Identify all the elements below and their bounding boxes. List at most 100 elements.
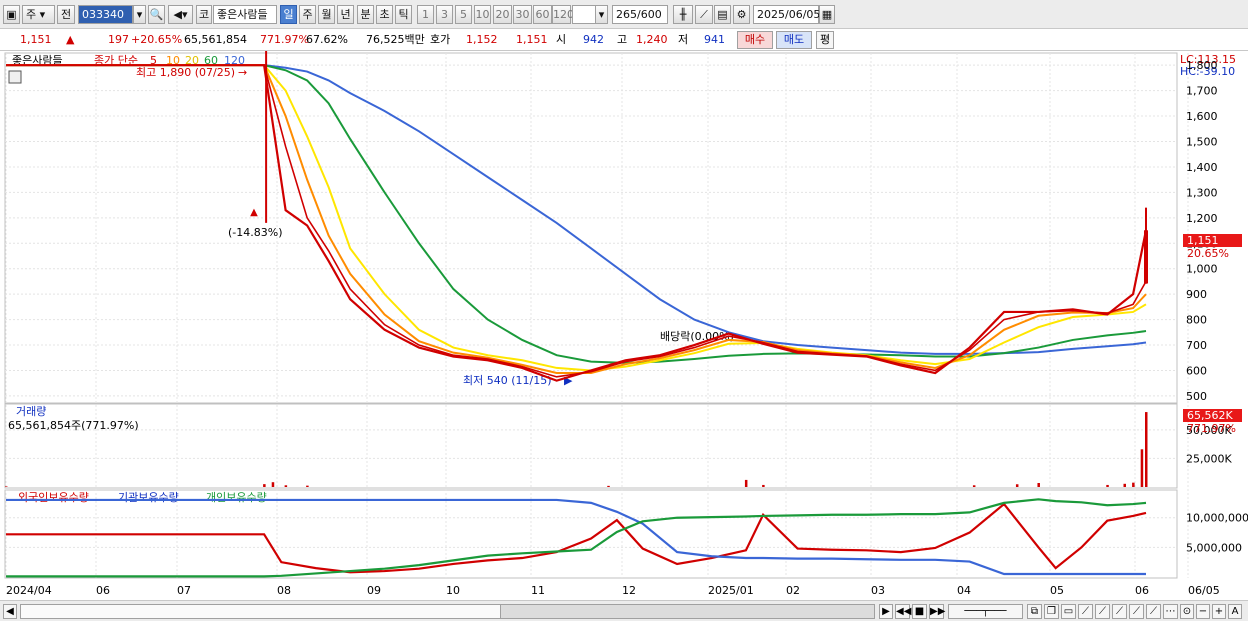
interval-60[interactable]: 60 bbox=[533, 5, 552, 24]
dash-tool-icon[interactable]: ⋯ bbox=[1163, 604, 1178, 619]
search-icon[interactable]: 🔍 bbox=[148, 5, 165, 24]
draw-trend-icon[interactable]: ⟋ bbox=[1095, 604, 1110, 619]
volume-bar bbox=[972, 485, 976, 487]
copy-icon[interactable]: ❐ bbox=[1044, 604, 1059, 619]
volume-bar bbox=[1145, 412, 1148, 487]
price-tick-label: 600 bbox=[1186, 364, 1207, 377]
volume-title: 거래량 bbox=[16, 405, 46, 418]
market-select[interactable]: 주 ▾ bbox=[22, 5, 55, 24]
price-tick-label: 1,300 bbox=[1186, 186, 1218, 199]
text-size-button[interactable]: A bbox=[1228, 604, 1242, 619]
price-change-pct: +20.65% bbox=[131, 33, 183, 46]
speaker-icon[interactable]: ◀▾ bbox=[168, 5, 193, 24]
up-arrow-icon: ▲ bbox=[66, 33, 75, 46]
period-minute[interactable]: 분 bbox=[357, 5, 374, 24]
volume-bar bbox=[5, 486, 8, 487]
high-label: 고 bbox=[617, 33, 628, 46]
interval-1[interactable]: 1 bbox=[417, 5, 434, 24]
high-annotation: 최고 1,890 (07/25) bbox=[136, 66, 235, 79]
chart-tool-icon[interactable]: ⧉ bbox=[1027, 604, 1042, 619]
x-tick-label: 05 bbox=[1050, 584, 1064, 597]
last-candle-body bbox=[1144, 230, 1148, 284]
interval-120[interactable]: 120 bbox=[552, 5, 574, 24]
market-label: 주 bbox=[26, 8, 37, 21]
scroll-right-icon[interactable]: ▶ bbox=[879, 604, 893, 619]
legend-individual: 개인보유수량 bbox=[206, 491, 267, 504]
x-tick-label: 08 bbox=[277, 584, 291, 597]
stop-icon[interactable]: ■ bbox=[912, 604, 927, 619]
x-tick-label: 06 bbox=[1135, 584, 1149, 597]
price-tick-label: 1,000 bbox=[1186, 263, 1218, 276]
price-tick-label: 1,500 bbox=[1186, 136, 1218, 149]
drop-arrow-icon: ▲ bbox=[250, 207, 258, 218]
legend-institution: 기관보유수량 bbox=[118, 491, 179, 504]
last-change-label: 20.65% bbox=[1187, 247, 1229, 260]
draw-line-icon[interactable]: ⟋ bbox=[1078, 604, 1093, 619]
volume-bar bbox=[284, 485, 288, 487]
ask-price: 1,151 bbox=[516, 33, 548, 46]
buy-button[interactable]: 매수 bbox=[737, 31, 773, 49]
view-button[interactable]: 전 bbox=[57, 5, 75, 24]
interval-20[interactable]: 20 bbox=[493, 5, 512, 24]
draw-tool-icon[interactable]: ⟋ bbox=[1146, 604, 1161, 619]
volume-value-label: 65,561,854주(771.97%) bbox=[8, 419, 139, 432]
volume-pct: 771.97% bbox=[260, 33, 309, 46]
forward-icon[interactable]: ▶▶ bbox=[929, 604, 945, 619]
interval-5[interactable]: 5 bbox=[455, 5, 472, 24]
sell-button[interactable]: 매도 bbox=[776, 31, 812, 49]
x-tick-label: 06/05 bbox=[1188, 584, 1220, 597]
price-tick-label: 800 bbox=[1186, 314, 1207, 327]
volume-bar bbox=[1123, 483, 1126, 487]
stock-code-input[interactable]: 033340 bbox=[78, 5, 133, 24]
candle-icon[interactable]: ╫ bbox=[673, 5, 693, 24]
save-icon[interactable]: ▤ bbox=[714, 5, 731, 24]
count-total: /600 bbox=[637, 8, 662, 21]
volume-bar bbox=[1015, 484, 1019, 487]
legend-foreign: 외국인보유수량 bbox=[18, 491, 89, 504]
layout-icon[interactable]: ▭ bbox=[1061, 604, 1076, 619]
quote-bar: 1,151 ▲ 197 +20.65% 65,561,854 771.97% 6… bbox=[0, 29, 1248, 51]
interval-30[interactable]: 30 bbox=[513, 5, 532, 24]
bid-price: 1,152 bbox=[466, 33, 498, 46]
zoom-slider[interactable]: ───┬─── bbox=[948, 604, 1023, 619]
interval-10[interactable]: 10 bbox=[474, 5, 491, 24]
zoom-in-button[interactable]: + bbox=[1212, 604, 1226, 619]
price-tick-label: 1,400 bbox=[1186, 161, 1218, 174]
code-dropdown-icon[interactable]: ▾ bbox=[133, 5, 146, 24]
magnifier-icon[interactable]: ⊙ bbox=[1180, 604, 1194, 619]
period-month[interactable]: 월 bbox=[318, 5, 335, 24]
stock-name-field[interactable]: 좋은사람들 bbox=[213, 5, 277, 24]
period-tick[interactable]: 틱 bbox=[395, 5, 412, 24]
interval-3[interactable]: 3 bbox=[436, 5, 453, 24]
trade-amount: 76,525백만 bbox=[366, 33, 425, 46]
scrollbar-thumb[interactable] bbox=[500, 604, 875, 619]
draw-fib-icon[interactable]: ⟋ bbox=[1112, 604, 1127, 619]
period-week[interactable]: 주 bbox=[299, 5, 316, 24]
x-tick-label: 09 bbox=[367, 584, 381, 597]
zoom-out-button[interactable]: − bbox=[1196, 604, 1210, 619]
volume-bar bbox=[306, 485, 309, 487]
x-tick-label: 2025/01 bbox=[708, 584, 754, 597]
avg-button[interactable]: 평 bbox=[816, 31, 834, 49]
volume-bar bbox=[271, 482, 275, 487]
volume-bar bbox=[1106, 484, 1109, 487]
volume-bar bbox=[1132, 482, 1135, 487]
scroll-left-icon[interactable]: ◀ bbox=[3, 604, 17, 619]
date-field[interactable]: 2025/06/05 bbox=[753, 5, 820, 24]
line-tool-icon[interactable]: ⟋ bbox=[695, 5, 713, 24]
interval-dropdown-icon[interactable]: ▾ bbox=[595, 5, 608, 24]
period-second[interactable]: 초 bbox=[376, 5, 393, 24]
name-button[interactable]: 코 bbox=[196, 5, 212, 24]
draw-channel-icon[interactable]: ⟋ bbox=[1129, 604, 1144, 619]
volume-last-label: 65,562K bbox=[1187, 409, 1233, 422]
table-icon[interactable] bbox=[8, 70, 22, 84]
period-day[interactable]: 일 bbox=[280, 5, 297, 24]
calendar-icon[interactable]: ▦ bbox=[819, 5, 835, 24]
count-field[interactable]: 265/600 bbox=[612, 5, 668, 24]
gear-icon[interactable]: ⚙ bbox=[733, 5, 750, 24]
window-icon[interactable]: ▣ bbox=[3, 5, 20, 24]
price-tick-label: 1,200 bbox=[1186, 212, 1218, 225]
rewind-icon[interactable]: ◀◀ bbox=[895, 604, 911, 619]
period-year[interactable]: 년 bbox=[337, 5, 354, 24]
low-label: 저 bbox=[678, 33, 689, 46]
